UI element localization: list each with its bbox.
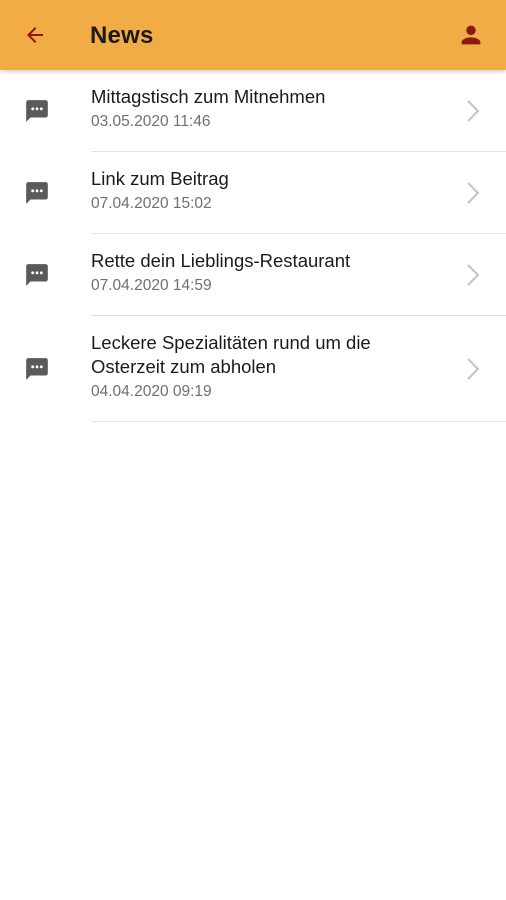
news-item[interactable]: Link zum Beitrag 07.04.2020 15:02	[0, 152, 506, 234]
news-title: Leckere Spezialitäten rund um die Osterz…	[91, 332, 371, 377]
app-bar: News	[0, 0, 506, 70]
divider	[91, 421, 506, 422]
news-title: Link zum Beitrag	[91, 168, 229, 189]
news-title: Mittagstisch zum Mitnehmen	[91, 86, 326, 107]
chevron-right-icon	[467, 264, 480, 286]
arrow-left-icon	[27, 27, 43, 43]
chevron-right-icon	[467, 182, 480, 204]
chat-bubble-icon	[26, 358, 48, 380]
chevron-right-icon	[467, 100, 480, 122]
news-title: Rette dein Lieblings-Restaurant	[91, 250, 351, 271]
chat-bubble-icon	[26, 182, 48, 204]
chat-bubble-icon	[26, 100, 48, 122]
person-icon	[461, 25, 481, 45]
news-date: 03.05.2020 11:46	[91, 113, 211, 130]
news-item[interactable]: Rette dein Lieblings-Restaurant 07.04.20…	[0, 234, 506, 316]
chevron-right-icon	[467, 358, 480, 380]
profile-button[interactable]	[450, 14, 492, 56]
news-item[interactable]: Mittagstisch zum Mitnehmen 03.05.2020 11…	[0, 70, 506, 152]
chat-bubble-icon	[26, 264, 48, 286]
news-date: 04.04.2020 09:19	[91, 383, 212, 400]
back-button[interactable]	[14, 14, 56, 56]
news-list: Mittagstisch zum Mitnehmen 03.05.2020 11…	[0, 70, 506, 422]
news-date: 07.04.2020 14:59	[91, 277, 212, 294]
news-date: 07.04.2020 15:02	[91, 195, 212, 212]
page-title: News	[90, 22, 154, 49]
news-item[interactable]: Leckere Spezialitäten rund um die Osterz…	[0, 316, 506, 422]
